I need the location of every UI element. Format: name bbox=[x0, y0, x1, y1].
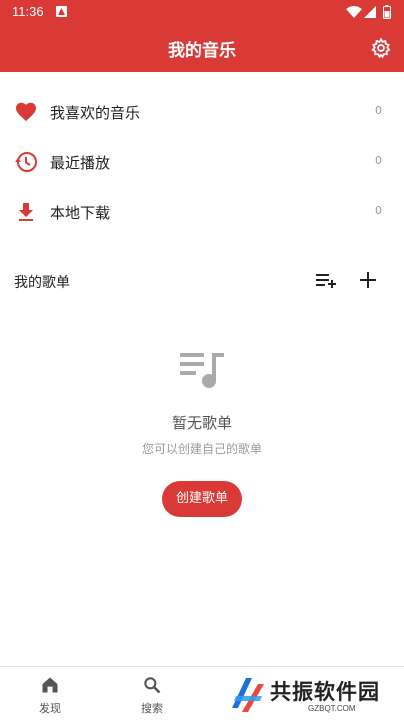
menu-item-recent[interactable]: 最近播放 0 bbox=[0, 138, 404, 186]
status-bar: 11:36 bbox=[0, 0, 404, 24]
gear-icon[interactable] bbox=[370, 37, 392, 59]
status-time: 11:36 bbox=[12, 4, 44, 19]
empty-state-title: 暂无歌单 bbox=[171, 414, 232, 432]
wifi-icon bbox=[346, 6, 362, 18]
history-icon bbox=[15, 152, 37, 172]
home-icon bbox=[42, 677, 58, 693]
menu-item-label: 最近播放 bbox=[50, 154, 111, 172]
app-bar: 我的音乐 bbox=[0, 24, 404, 72]
menu-item-count: 0 bbox=[375, 154, 382, 167]
playlists-section-title: 我的歌单 bbox=[14, 275, 70, 291]
battery-icon bbox=[383, 5, 391, 19]
create-playlist-button[interactable]: 创建歌单 bbox=[162, 481, 242, 517]
page-title: 我的音乐 bbox=[168, 41, 236, 61]
menu-item-downloads[interactable]: 本地下载 0 bbox=[0, 188, 404, 236]
playlist-add-icon[interactable] bbox=[314, 268, 338, 292]
watermark-url: GZBQT.COM bbox=[308, 704, 356, 713]
menu-item-count: 0 bbox=[375, 204, 382, 217]
heart-icon bbox=[16, 102, 36, 121]
menu-item-label: 我喜欢的音乐 bbox=[50, 104, 141, 122]
add-icon[interactable] bbox=[356, 268, 380, 292]
nav-item-label: 搜索 bbox=[141, 702, 163, 715]
menu-item-count: 0 bbox=[375, 104, 382, 117]
watermark: 共振软件园 GZBQT.COM bbox=[222, 672, 404, 720]
signal-icon bbox=[364, 6, 376, 18]
playlist-empty-icon bbox=[180, 353, 224, 388]
menu-item-label: 本地下载 bbox=[50, 204, 111, 222]
download-icon bbox=[19, 203, 33, 221]
menu-item-favorites[interactable]: 我喜欢的音乐 0 bbox=[0, 88, 404, 136]
notification-icon bbox=[56, 6, 67, 17]
empty-state-subtitle: 您可以创建自己的歌单 bbox=[141, 442, 262, 456]
watermark-name: 共振软件园 bbox=[270, 680, 380, 704]
nav-item-label: 发现 bbox=[39, 702, 61, 715]
nav-item-search[interactable]: 搜索 bbox=[117, 667, 187, 720]
watermark-logo-icon bbox=[232, 678, 264, 712]
search-icon bbox=[144, 677, 161, 694]
nav-item-discover[interactable]: 发现 bbox=[15, 667, 85, 720]
